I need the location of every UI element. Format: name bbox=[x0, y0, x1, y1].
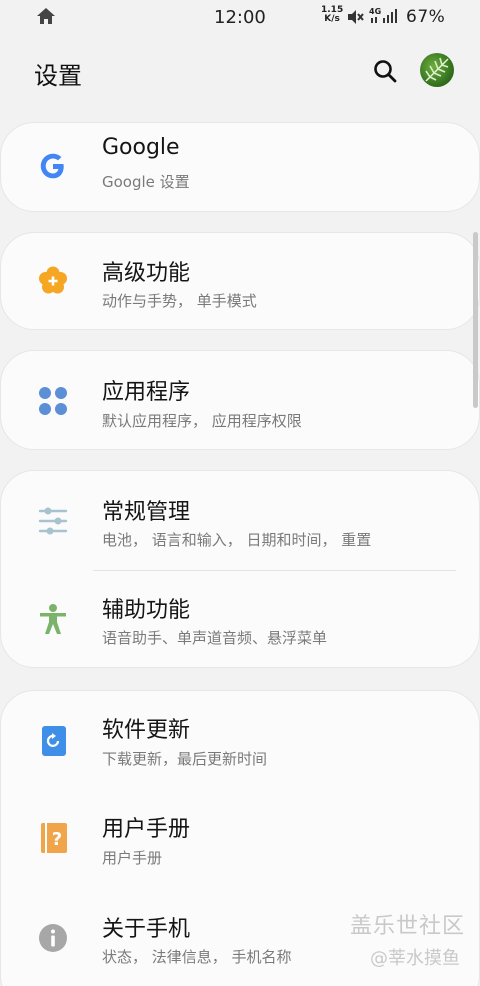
net-speed: 1.15 K/s bbox=[321, 6, 343, 24]
settings-item-advanced-features[interactable]: 高级功能 动作与手势， 单手模式 bbox=[0, 232, 480, 330]
item-label: 常规管理 bbox=[102, 500, 191, 525]
signal-indicator: 4G bbox=[369, 8, 403, 24]
apps-icon bbox=[39, 387, 67, 415]
settings-item-software-update[interactable]: 软件更新 下载更新，最后更新时间 bbox=[0, 690, 480, 788]
accessibility-icon bbox=[40, 604, 66, 634]
status-bar: 12:00 1.15 K/s 4G 67% bbox=[0, 0, 480, 34]
settings-item-user-manual[interactable]: ? 用户手册 用户手册 bbox=[0, 790, 480, 888]
net-speed-unit: K/s bbox=[324, 14, 340, 24]
item-label: 用户手册 bbox=[102, 817, 191, 842]
app-header: 设置 bbox=[0, 40, 480, 104]
user-manual-icon: ? bbox=[41, 823, 67, 853]
advanced-features-icon bbox=[39, 266, 67, 294]
watermark-community: 盖乐世社区 bbox=[350, 914, 466, 939]
scrollbar[interactable] bbox=[473, 232, 478, 408]
item-subtitle: Google 设置 bbox=[102, 173, 190, 191]
fern-avatar-icon bbox=[425, 57, 449, 82]
search-icon[interactable] bbox=[372, 58, 398, 84]
settings-item-accessibility[interactable]: 辅助功能 语音助手、单声道音频、悬浮菜单 bbox=[0, 571, 480, 668]
item-subtitle: 用户手册 bbox=[102, 849, 163, 867]
item-label: 高级功能 bbox=[102, 261, 191, 286]
page-title: 设置 bbox=[34, 62, 82, 90]
item-subtitle: 语音助手、单声道音频、悬浮菜单 bbox=[102, 629, 328, 647]
settings-item-apps[interactable]: 应用程序 默认应用程序， 应用程序权限 bbox=[0, 350, 480, 448]
item-subtitle: 电池， 语言和输入， 日期和时间， 重置 bbox=[102, 531, 372, 549]
item-label: 关于手机 bbox=[102, 917, 191, 942]
home-icon bbox=[37, 8, 55, 24]
item-subtitle: 状态， 法律信息， 手机名称 bbox=[102, 948, 292, 966]
item-label: 软件更新 bbox=[102, 718, 191, 743]
item-label: 辅助功能 bbox=[102, 598, 191, 623]
software-update-icon bbox=[42, 726, 66, 756]
item-subtitle: 动作与手势， 单手模式 bbox=[102, 292, 257, 310]
svg-text:?: ? bbox=[52, 829, 62, 850]
item-label: 应用程序 bbox=[102, 380, 191, 405]
status-time: 12:00 bbox=[214, 7, 266, 28]
item-label: Google bbox=[102, 135, 180, 160]
battery-level: 67% bbox=[406, 7, 446, 27]
item-subtitle: 默认应用程序， 应用程序权限 bbox=[102, 412, 302, 430]
item-subtitle: 下载更新，最后更新时间 bbox=[102, 750, 268, 768]
avatar[interactable] bbox=[420, 53, 454, 87]
general-management-icon bbox=[38, 507, 68, 535]
about-phone-icon bbox=[39, 924, 67, 952]
signal-bars-icon bbox=[371, 9, 397, 23]
google-icon bbox=[40, 153, 64, 179]
settings-item-google[interactable]: Google Google 设置 bbox=[0, 122, 480, 212]
watermark-author: @莘水摸鱼 bbox=[370, 948, 460, 969]
settings-item-general-management[interactable]: 常规管理 电池， 语言和输入， 日期和时间， 重置 bbox=[0, 470, 480, 568]
mute-icon bbox=[348, 10, 364, 24]
